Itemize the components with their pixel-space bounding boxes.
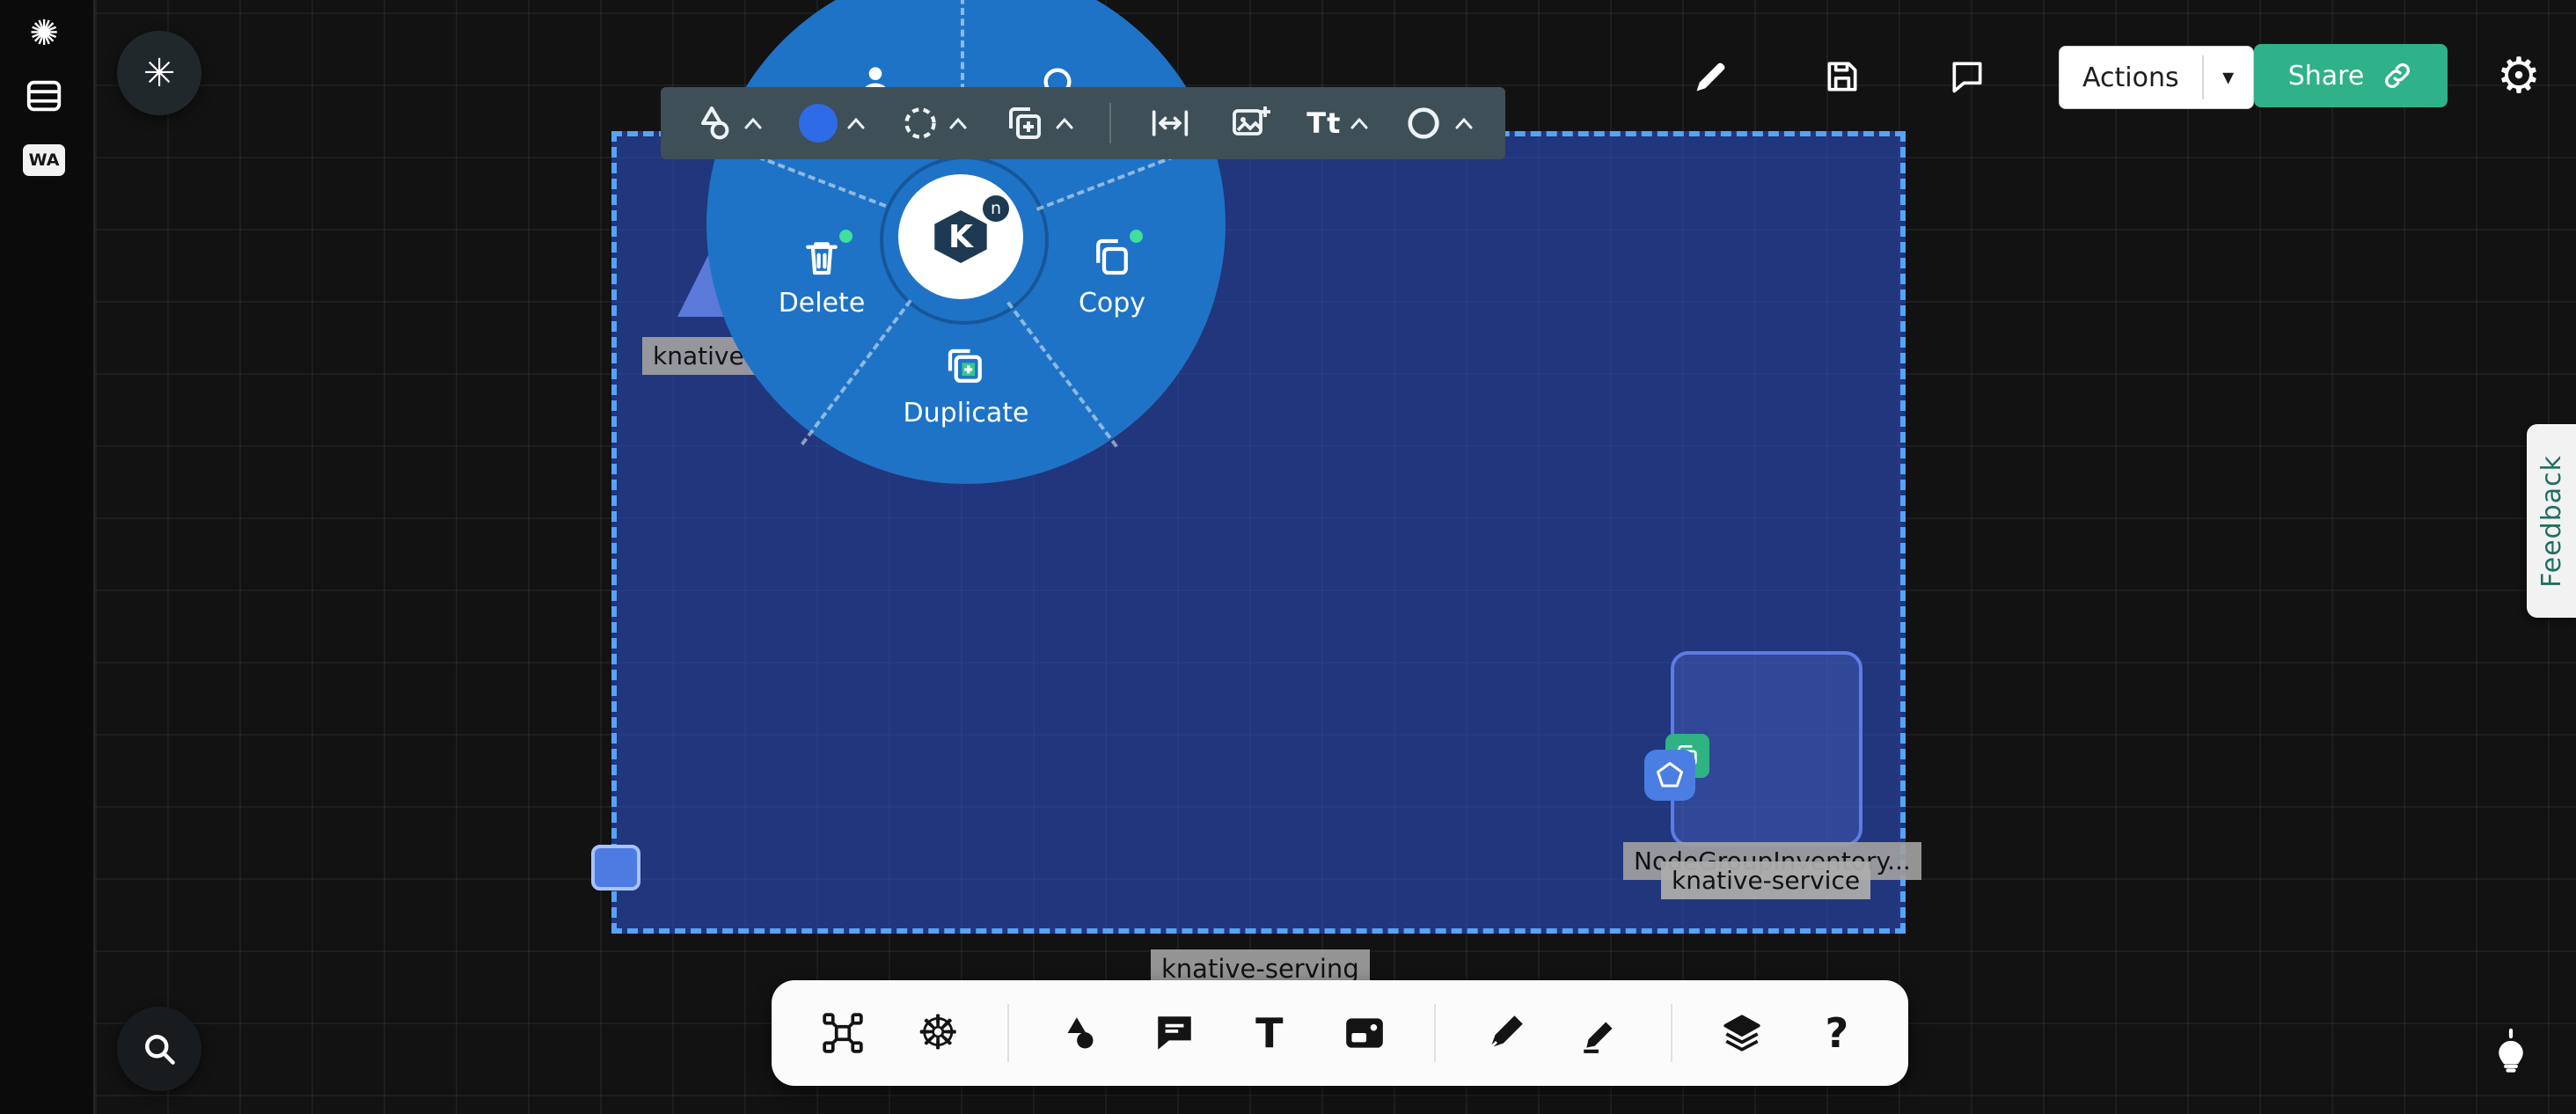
copy-status-dot [1130, 230, 1143, 243]
lamp-button[interactable] [2476, 1014, 2546, 1084]
image-tool[interactable] [1339, 1002, 1390, 1064]
radial-copy-label: Copy [1079, 288, 1145, 319]
edit-button[interactable] [1687, 53, 1735, 100]
actions-dropdown-button[interactable]: Actions ▾ [2059, 46, 2254, 109]
ellipse-icon [1405, 103, 1445, 143]
radial-item-duplicate[interactable]: Duplicate [869, 343, 1063, 429]
chevron-up-icon [743, 116, 763, 130]
share-label: Share [2288, 61, 2365, 92]
actions-label: Actions [2060, 47, 2202, 108]
color-swatch-blue [799, 104, 838, 143]
zone-resize-handle[interactable] [591, 845, 640, 890]
resize-width-button[interactable] [1147, 104, 1193, 143]
layers-icon [1720, 1011, 1764, 1055]
dock-divider [1007, 1004, 1009, 1062]
pen-icon [1483, 1011, 1527, 1055]
projects-archive-icon[interactable] [24, 76, 66, 118]
shapes-tool[interactable] [1053, 1002, 1104, 1064]
comment-bubble-icon [1948, 57, 1987, 96]
radial-center-kubernetes-node[interactable]: K n [898, 174, 1023, 299]
duplicate-style-dropdown[interactable] [1004, 102, 1074, 144]
settings-gear-icon[interactable]: ⚙ [2491, 48, 2547, 104]
chevron-up-icon [846, 116, 866, 130]
opacity-dropdown[interactable] [1405, 103, 1474, 143]
add-image-button[interactable] [1229, 102, 1271, 144]
tools-dock: ☸ T ? [772, 980, 1908, 1086]
highlighter-icon [1578, 1011, 1622, 1055]
duplicate-icon [942, 343, 990, 391]
fill-color-dropdown[interactable] [799, 104, 866, 143]
feedback-label: Feedback [2536, 455, 2567, 588]
text-style-label: Tt [1306, 106, 1341, 140]
border-style-dropdown[interactable] [901, 104, 968, 143]
namespace-badge: n [983, 195, 1009, 222]
copy-icon [1088, 233, 1136, 281]
shapes-icon [1057, 1011, 1101, 1055]
chevron-up-icon [948, 116, 968, 130]
pen-tool[interactable] [1480, 1002, 1531, 1064]
app-logo-icon[interactable]: ✺ [19, 9, 69, 58]
copy-plus-icon [1004, 102, 1046, 144]
flow-nodes-icon [821, 1011, 865, 1055]
image-add-icon [1229, 102, 1271, 144]
radial-item-delete[interactable]: Delete [725, 233, 918, 319]
kubernetes-letter: K [948, 219, 973, 255]
magnifier-icon [140, 1030, 179, 1068]
comment-tool[interactable] [1149, 1002, 1200, 1064]
radial-delete-label: Delete [779, 288, 866, 319]
chevron-up-icon [1350, 116, 1369, 130]
comment-icon [1153, 1011, 1197, 1055]
dashed-circle-icon [901, 104, 940, 143]
text-style-dropdown[interactable]: Tt [1306, 106, 1369, 140]
share-button[interactable]: Share [2254, 44, 2448, 107]
dock-divider [1671, 1004, 1672, 1062]
node-shape-icon [692, 102, 735, 144]
knative-service-label[interactable]: knative-service [1661, 861, 1870, 899]
trash-icon [798, 233, 845, 281]
kubernetes-hexagon-icon: K [932, 210, 990, 263]
contextual-edit-toolbar: Tt [661, 87, 1505, 159]
delete-status-dot [839, 230, 853, 243]
comments-button[interactable] [1943, 53, 1991, 100]
spark-assistant-button[interactable]: ✳ [117, 31, 201, 115]
dock-divider [1434, 1004, 1436, 1062]
feedback-tab[interactable]: Feedback [2527, 424, 2576, 618]
caret-down-icon[interactable]: ▾ [2204, 47, 2253, 108]
radial-duplicate-label: Duplicate [904, 398, 1029, 429]
chevron-up-icon [1454, 116, 1474, 130]
kubernetes-tool[interactable]: ☸ [912, 1002, 963, 1064]
save-button[interactable] [1819, 53, 1866, 100]
resize-horizontal-icon [1147, 104, 1193, 143]
app-sidebar: ✺ WA [0, 0, 95, 1114]
service-pentagon-icon [1644, 750, 1695, 801]
chevron-up-icon [1055, 116, 1074, 130]
layers-tool[interactable] [1716, 1002, 1767, 1064]
help-tool[interactable]: ? [1811, 1002, 1862, 1064]
image-card-icon [1343, 1011, 1387, 1055]
highlighter-tool[interactable] [1575, 1002, 1626, 1064]
zoom-button[interactable] [117, 1007, 201, 1091]
text-tool[interactable]: T [1244, 1002, 1295, 1064]
flow-diagram-tool[interactable] [817, 1002, 868, 1064]
lamp-icon [2486, 1024, 2536, 1074]
node-style-dropdown[interactable] [692, 102, 763, 144]
wa-workspace-badge[interactable]: WA [23, 144, 65, 176]
radial-item-copy[interactable]: Copy [1015, 233, 1209, 319]
pencil-icon [1692, 57, 1731, 96]
toolbar-divider [1109, 103, 1111, 143]
save-floppy-icon [1823, 57, 1862, 96]
link-icon [2382, 60, 2413, 92]
